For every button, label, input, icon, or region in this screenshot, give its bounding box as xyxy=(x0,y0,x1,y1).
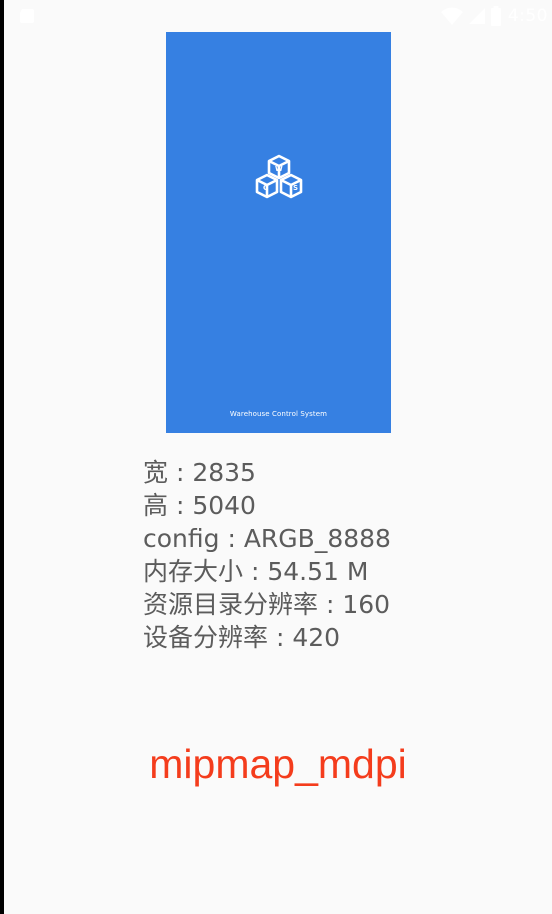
info-config: config : ARGB_8888 xyxy=(143,524,391,553)
bitmap-info: 宽 : 2835 高 : 5040 config : ARGB_8888 内存大… xyxy=(143,456,543,654)
info-height: 高 : 5040 xyxy=(143,491,256,520)
cubes-logo-icon: W C S xyxy=(255,154,303,199)
battery-icon xyxy=(490,6,501,26)
status-bar: 4:50 xyxy=(4,0,552,32)
cellular-signal-icon xyxy=(468,8,485,24)
wifi-icon xyxy=(440,7,463,25)
mipmap-folder-label: mipmap_mdpi xyxy=(149,741,407,787)
splash-image-preview: W C S Warehouse Control System xyxy=(166,32,391,433)
logo-letter-c: C xyxy=(263,184,268,192)
logo-letter-s: S xyxy=(293,184,298,192)
sim-card-icon xyxy=(20,9,34,23)
logo-letter-w: W xyxy=(275,165,283,173)
app-screen: 4:50 W C S Warehouse Control System 宽 : … xyxy=(4,0,552,914)
info-memory-size: 内存大小 : 54.51 M xyxy=(143,557,369,586)
status-time: 4:50 xyxy=(507,6,548,26)
status-icons: 4:50 xyxy=(440,5,548,27)
info-resource-density: 资源目录分辨率 : 160 xyxy=(143,590,391,619)
info-width: 宽 : 2835 xyxy=(143,458,256,487)
preview-caption: Warehouse Control System xyxy=(229,410,328,418)
info-device-density: 设备分辨率 : 420 xyxy=(143,623,341,652)
